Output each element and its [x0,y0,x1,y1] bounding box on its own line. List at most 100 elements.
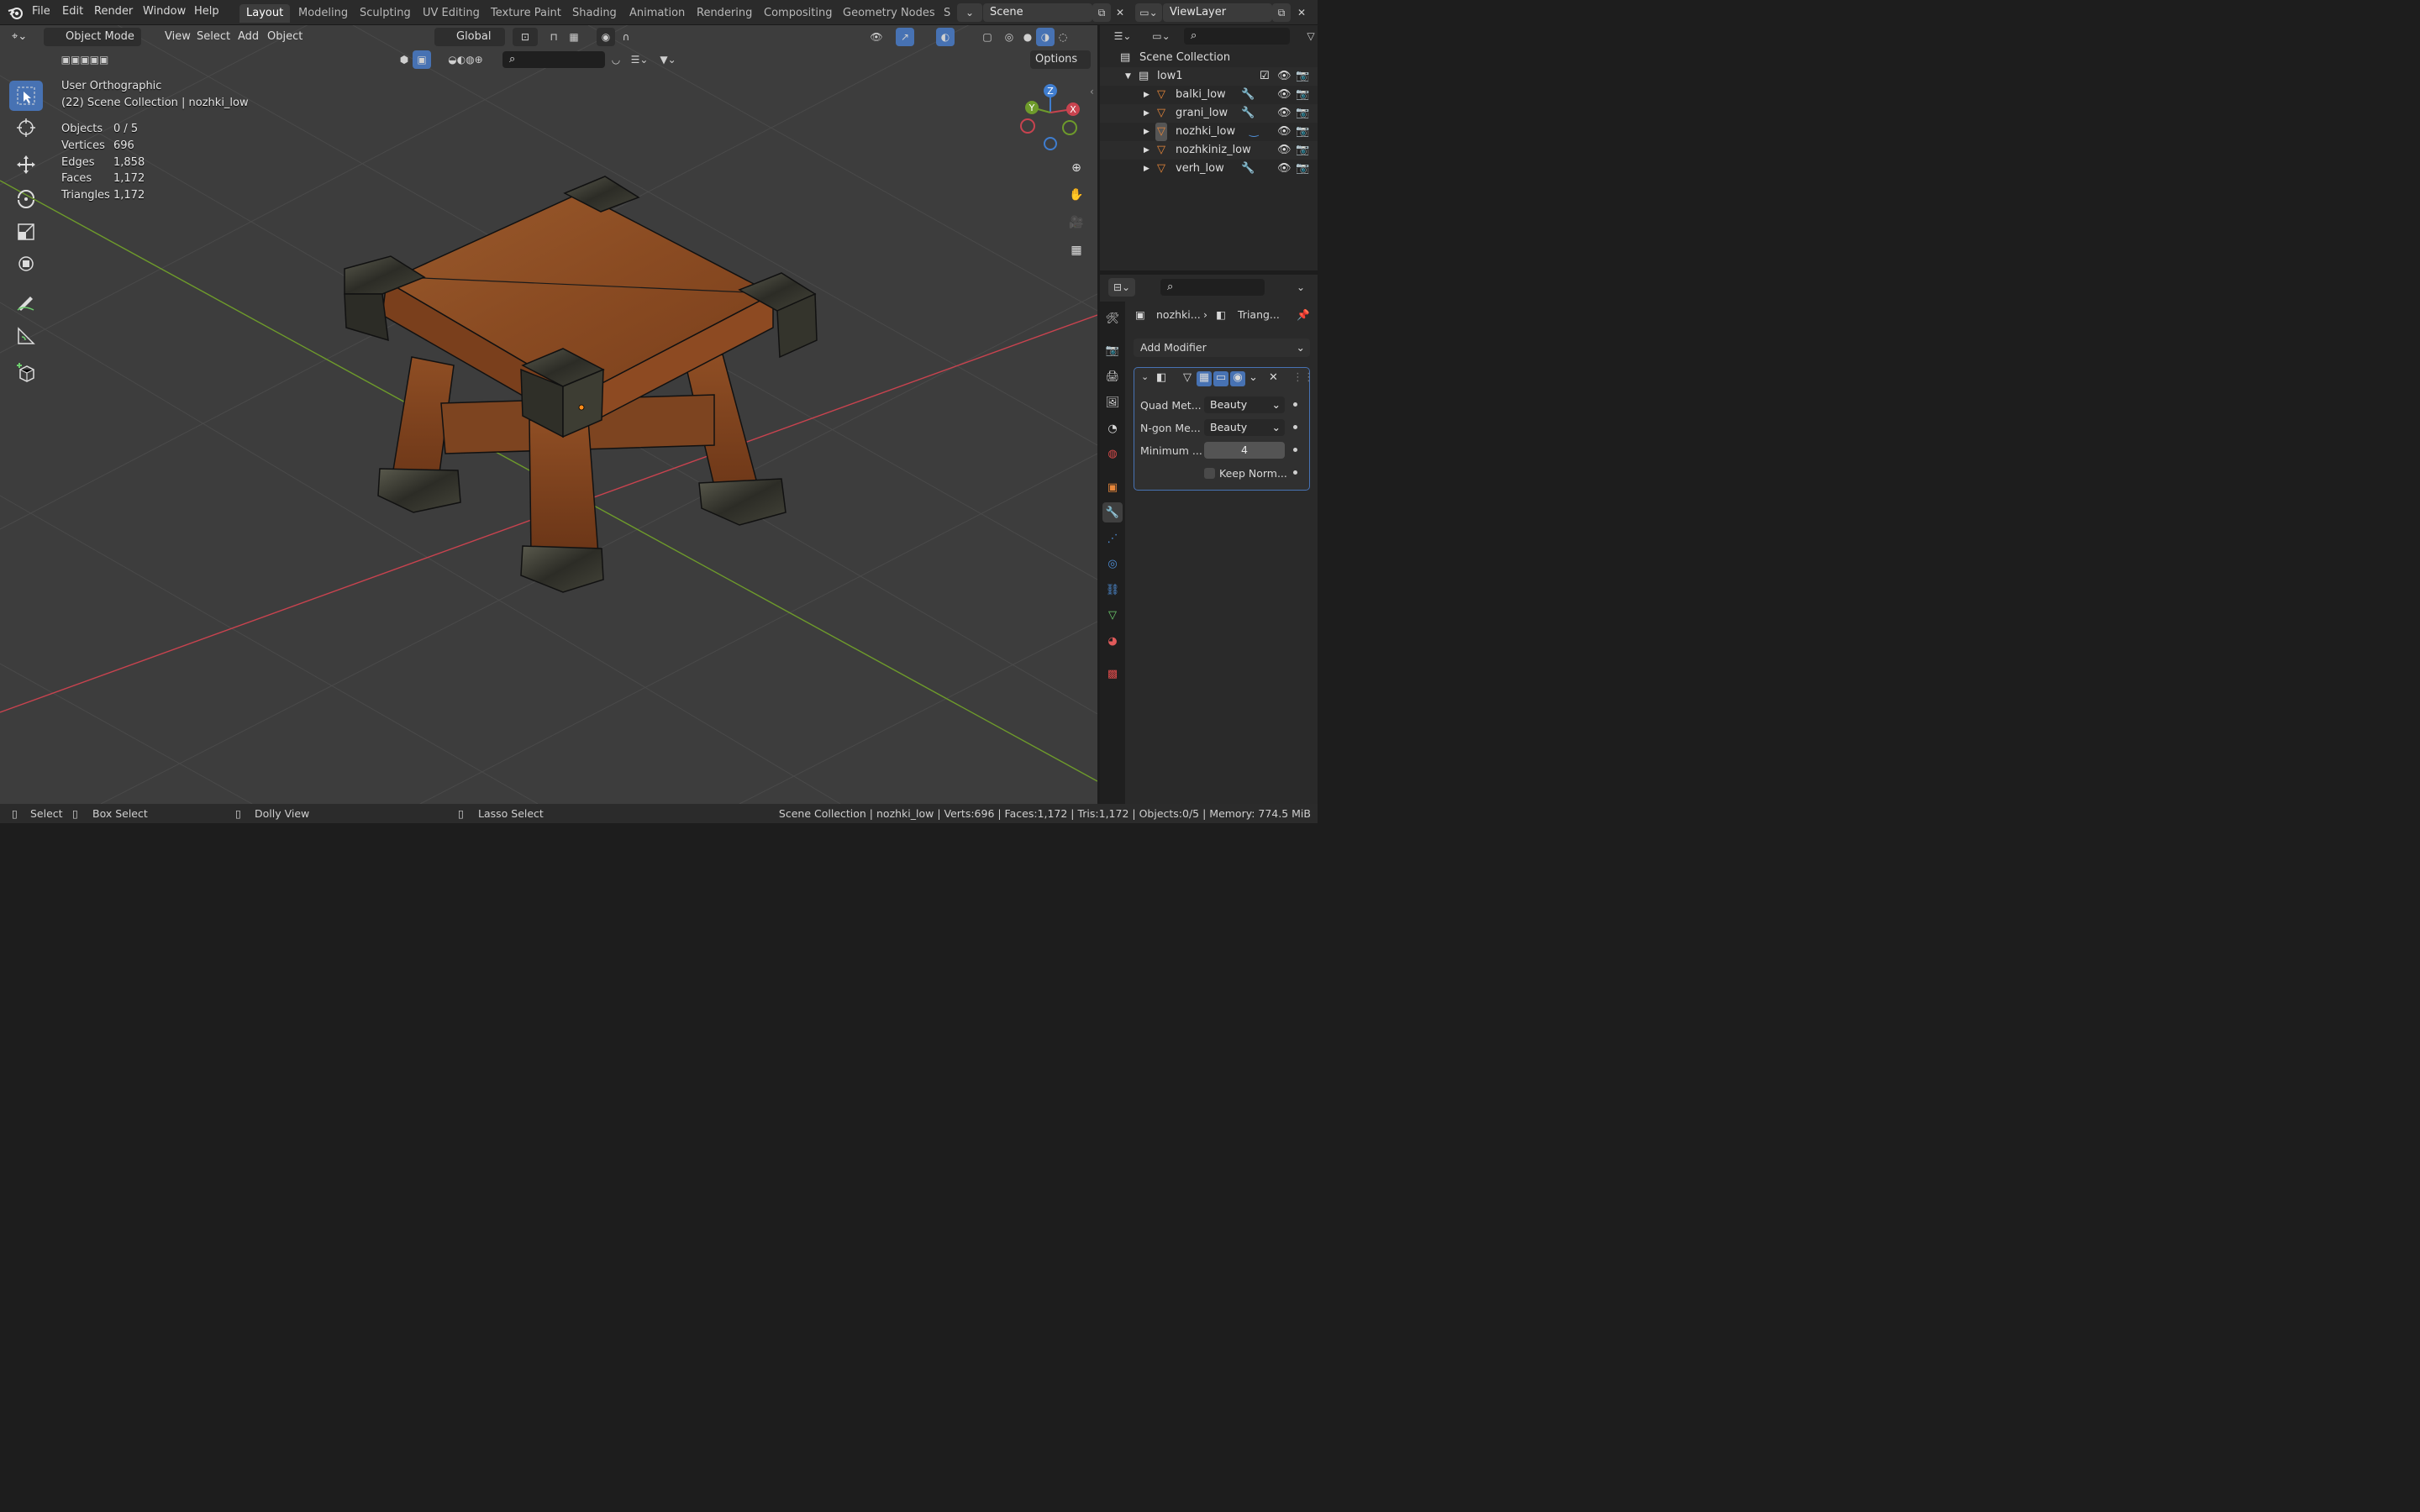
camera-icon[interactable]: 📷 [1296,160,1309,178]
minimum-vertices-field[interactable]: 4 [1204,442,1285,459]
gizmo-toggle-icon[interactable]: ↗ [896,28,914,46]
tab-shading[interactable]: Shading [566,4,623,23]
options-dropdown[interactable]: Options [1030,50,1091,69]
outliner-row-object[interactable]: ▶ ▽ nozhkiniz_low 👁 📷 [1100,141,1318,160]
filter-icon[interactable]: ▼⌄ [655,50,681,69]
new-scene-icon[interactable]: ⧉ [1092,3,1111,22]
filter-type-icons[interactable]: ◒◐◍⊕ [430,50,501,69]
filter-object-icon[interactable]: ▣ [413,50,431,69]
3d-viewport[interactable]: ⌖⌄ Object Mode View Select Add Object Gl… [0,25,1097,804]
modifier-wrench-icon[interactable]: 🔧 [1241,160,1255,178]
menu-object[interactable]: Object [262,28,308,46]
eye-icon[interactable]: 👁 [1277,67,1292,86]
move-tool-icon[interactable] [9,150,43,180]
visibility-icon[interactable]: 👁 [864,28,889,46]
transform-orientation-dropdown[interactable]: Global [434,28,505,46]
keyframe-dot-icon[interactable] [1293,402,1297,407]
delete-view-layer-icon[interactable]: ✕ [1292,3,1311,22]
add-cube-tool-icon[interactable] [9,358,43,388]
tab-scripting-truncated[interactable]: S [937,4,957,23]
viewport-display-icon[interactable]: ▭ [1213,371,1228,386]
sidebar-toggle-icon[interactable]: ‹ [1090,86,1094,97]
scale-tool-icon[interactable] [9,217,43,247]
menu-view[interactable]: View [160,28,196,46]
collapse-arrow-icon[interactable]: ⌄ [1141,371,1149,382]
edit-mode-icon[interactable]: ▽ [1183,371,1192,384]
menu-help[interactable]: Help [194,5,219,18]
tab-geometry-nodes[interactable]: Geometry Nodes [836,4,942,23]
keyframe-dot-icon[interactable] [1293,425,1297,429]
world-tab-icon[interactable]: ◍ [1102,444,1123,464]
menu-window[interactable]: Window [143,5,186,18]
outliner-row-object[interactable]: ▶ ▽ verh_low 🔧 👁 📷 [1100,160,1318,178]
camera-icon[interactable]: 📷 [1296,67,1309,86]
eye-icon[interactable]: 👁 [1277,123,1292,141]
outliner-editor-type-icon[interactable]: ☰⌄ [1110,27,1135,45]
render-tab-icon[interactable]: 📷 [1102,340,1123,360]
constraints-tab-icon[interactable]: ⛓ [1102,580,1123,600]
tab-uv-editing[interactable]: UV Editing [416,4,487,23]
expand-arrow-icon[interactable]: ▶ [1144,160,1150,178]
camera-icon[interactable]: 📷 [1296,86,1309,104]
view-layer-tab-icon[interactable]: 🖼 [1102,392,1123,412]
material-tab-icon[interactable]: ◕ [1102,631,1123,651]
wireframe-shading-icon[interactable]: ◎ [1000,28,1018,46]
curve-icon[interactable]: ◡ [607,50,625,69]
expand-arrow-icon[interactable]: ▶ [1144,104,1150,123]
editor-type-icon[interactable]: ⌖⌄ [7,28,37,46]
menu-select[interactable]: Select [192,28,235,46]
expand-arrow-icon[interactable]: ▶ [1144,141,1150,160]
remove-modifier-icon[interactable]: ✕ [1269,371,1278,384]
tab-texture-paint[interactable]: Texture Paint [484,4,568,23]
display-mode-icon[interactable]: ☰⌄ [627,50,652,69]
checkbox-icon[interactable]: ☑ [1260,67,1270,86]
on-cage-icon[interactable]: ▦ [1197,371,1212,386]
rotate-tool-icon[interactable] [9,183,43,213]
pivot-point-icon[interactable]: ⊡ [513,28,538,46]
tab-sculpting[interactable]: Sculpting [353,4,418,23]
navigation-gizmo[interactable]: Z X Y [1015,81,1091,156]
add-modifier-button[interactable]: Add Modifier ⌄ [1134,339,1310,357]
camera-icon[interactable]: 📷 [1296,104,1309,123]
tool-tab-icon[interactable]: 🛠 [1102,308,1123,328]
particles-tab-icon[interactable]: ⋰ [1102,528,1123,549]
properties-search-input[interactable]: ⌕ [1160,279,1265,296]
menu-edit[interactable]: Edit [62,5,83,18]
physics-tab-icon[interactable]: ◎ [1102,554,1123,574]
scene-selector-icon[interactable]: ⌄ [957,3,982,22]
modifier-icon[interactable]: ‿ [1249,123,1258,141]
keyframe-dot-icon[interactable] [1293,448,1297,452]
scene-tab-icon[interactable]: ◔ [1102,418,1123,438]
eye-icon[interactable]: 👁 [1277,141,1292,160]
falloff-icon[interactable]: ∩ [617,28,635,46]
xray-icon[interactable]: ▢ [978,28,997,46]
solid-shading-icon[interactable]: ● [1018,28,1037,46]
menu-render[interactable]: Render [94,5,133,18]
render-display-icon[interactable]: ◉ [1230,371,1245,386]
tab-compositing[interactable]: Compositing [757,4,839,23]
delete-scene-icon[interactable]: ✕ [1111,3,1129,22]
modifier-wrench-icon[interactable]: 🔧 [1241,104,1255,123]
modifier-wrench-icon[interactable]: 🔧 [1241,86,1255,104]
overlay-toggle-icon[interactable]: ◐ [936,28,955,46]
outliner-row-object[interactable]: ▶ ▽ grani_low 🔧 👁 📷 [1100,104,1318,123]
cursor-tool-icon[interactable] [9,113,43,143]
scene-name-field[interactable]: Scene [983,3,1092,22]
zoom-icon[interactable]: ⊕ [1065,156,1088,180]
keyframe-dot-icon[interactable] [1293,470,1297,475]
camera-view-icon[interactable]: 🎥 [1065,211,1088,234]
tab-animation[interactable]: Animation [623,4,692,23]
material-shading-icon[interactable]: ◑ [1036,28,1055,46]
camera-icon[interactable]: 📷 [1296,123,1309,141]
orthographic-grid-icon[interactable]: ▦ [1065,239,1088,262]
expand-arrow-icon[interactable]: ▶ [1144,123,1150,141]
pin-icon[interactable]: 📌 [1297,305,1310,325]
color-picker-icon[interactable]: ⬢ [395,50,413,69]
outliner-row-low1[interactable]: ▼ ▤ low1 ☑ 👁 📷 [1100,67,1318,86]
proportional-edit-icon[interactable]: ◉ [597,28,615,46]
transform-tool-icon[interactable] [9,249,43,279]
tab-rendering[interactable]: Rendering [690,4,759,23]
selection-mode-icons[interactable]: ▣▣▣▣▣ [40,50,129,69]
annotate-tool-icon[interactable] [9,287,43,318]
menu-add[interactable]: Add [233,28,264,46]
